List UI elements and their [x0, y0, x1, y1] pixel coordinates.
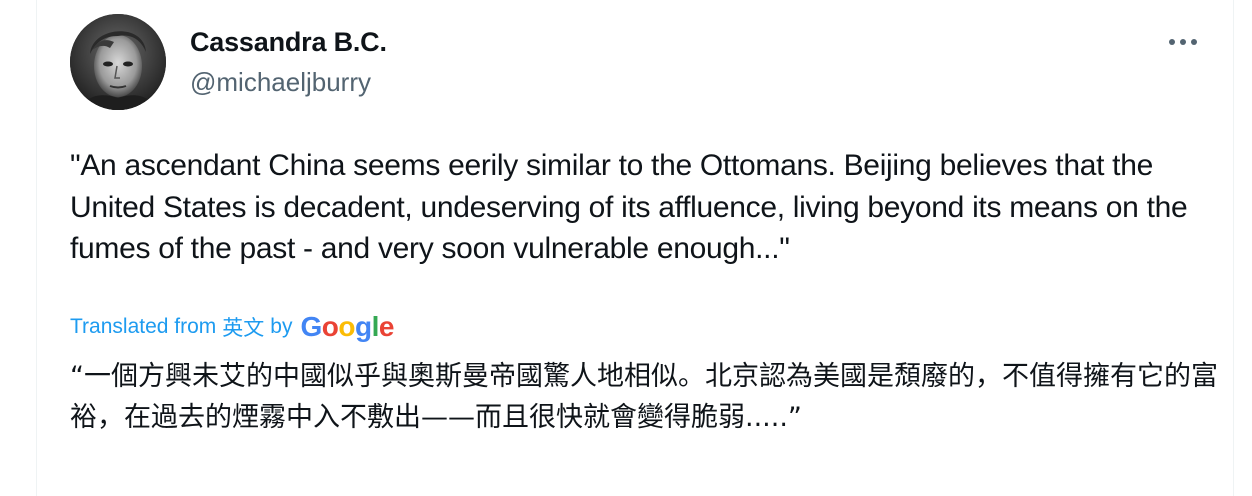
- translation-attribution[interactable]: Translated from 英文 by Google: [70, 310, 394, 344]
- translated-by-label: by: [270, 315, 293, 338]
- google-logo-letter: g: [354, 311, 372, 342]
- google-logo-letter: e: [378, 311, 395, 342]
- more-options-button[interactable]: [1165, 28, 1201, 56]
- google-logo-letter: G: [300, 311, 322, 342]
- google-logo-letter: l: [371, 311, 380, 342]
- google-logo: Google: [300, 310, 395, 344]
- avatar[interactable]: [70, 14, 166, 110]
- translated-text: “一個方興未艾的中國似乎與奧斯曼帝國驚人地相似。北京認為美國是頹廢的，不值得擁有…: [70, 361, 1218, 433]
- translated-from-label: Translated from: [70, 315, 217, 338]
- google-logo-letter: o: [338, 311, 355, 342]
- page: Cassandra B.C. @michaeljburry "An ascend…: [0, 0, 1252, 496]
- author-display-name[interactable]: Cassandra B.C.: [190, 26, 387, 58]
- more-horizontal-icon: [1169, 39, 1197, 45]
- google-logo-letter: o: [321, 311, 339, 342]
- author-block: Cassandra B.C. @michaeljburry: [190, 26, 387, 98]
- avatar-photo: [70, 14, 166, 110]
- tweet-card: Cassandra B.C. @michaeljburry "An ascend…: [36, 0, 1234, 496]
- tweet-text: "An ascendant China seems eerily similar…: [70, 149, 1188, 265]
- source-language: 英文: [222, 317, 265, 340]
- author-handle[interactable]: @michaeljburry: [190, 66, 387, 98]
